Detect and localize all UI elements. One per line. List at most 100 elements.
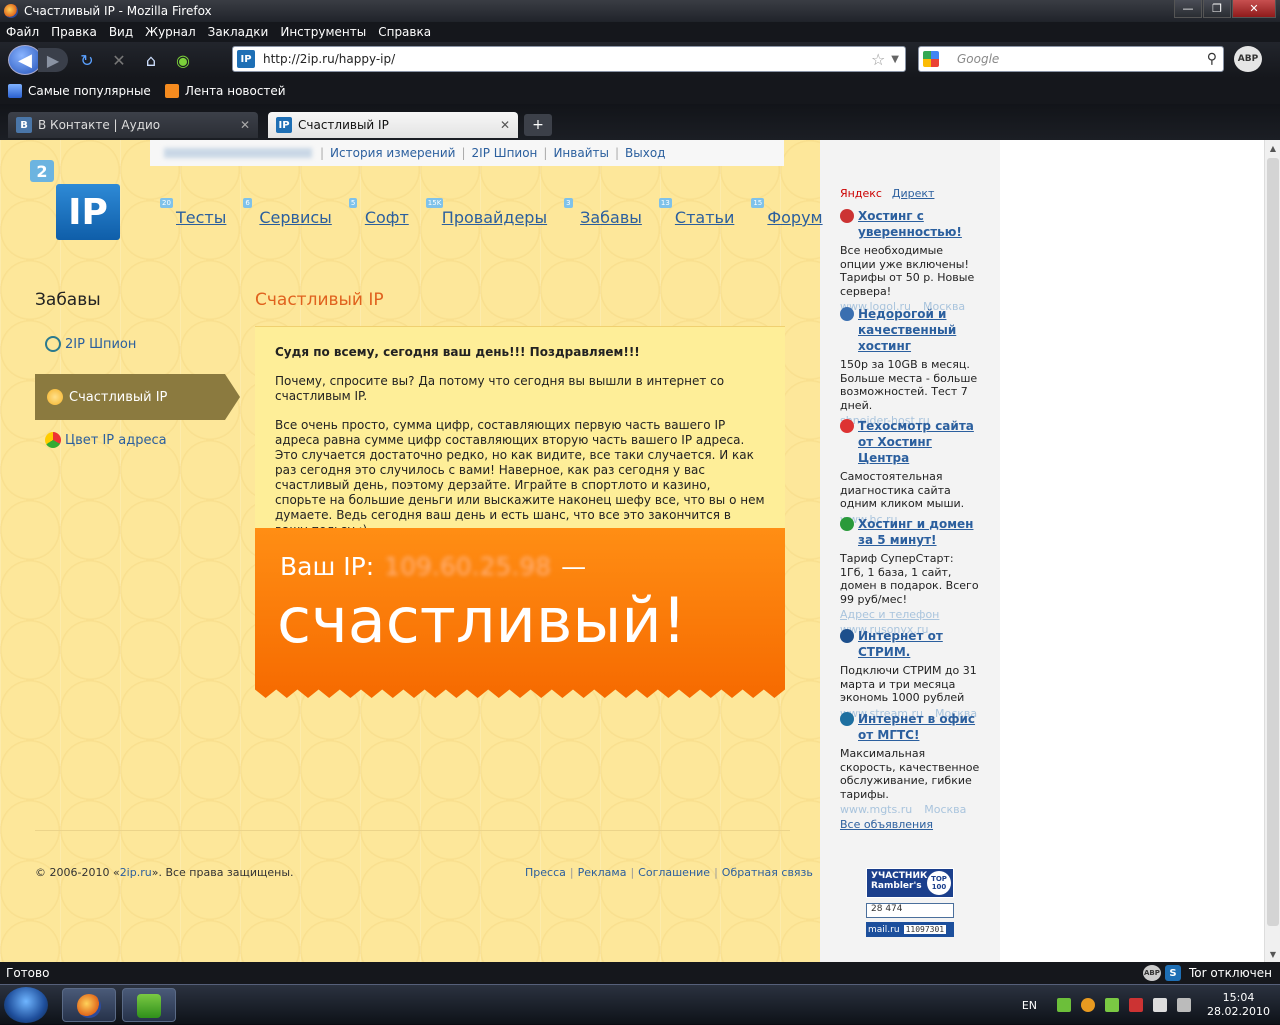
app-icon	[137, 994, 161, 1018]
ad-title[interactable]: Интернет в офис от МГТС!	[858, 711, 980, 743]
nav-link[interactable]: Софт	[365, 208, 409, 227]
tab-vkontakte[interactable]: B В Контакте | Аудио ✕	[8, 112, 258, 138]
close-tab-icon[interactable]: ✕	[500, 118, 510, 132]
menu-edit[interactable]: Правка	[51, 25, 97, 39]
link-invites[interactable]: Инвайты	[553, 146, 609, 160]
nav-providers: 15K Провайдеры	[425, 198, 547, 227]
firefox-icon	[4, 4, 18, 18]
network-icon[interactable]	[1153, 998, 1168, 1012]
ad-contact-link[interactable]: Адрес и телефон	[840, 608, 980, 621]
link-logout[interactable]: Выход	[625, 146, 665, 160]
bookmark-news-feed[interactable]: Лента новостей	[164, 84, 286, 98]
vertical-scrollbar[interactable]: ▲ ▼	[1264, 140, 1280, 962]
taskbar-firefox[interactable]	[62, 988, 116, 1022]
menu-history[interactable]: Журнал	[145, 25, 196, 39]
clock-date: 28.02.2010	[1207, 1005, 1270, 1018]
leftnav-label: Счастливый IP	[69, 389, 168, 405]
ad-title[interactable]: Недорогой и качественный хостинг	[858, 306, 980, 354]
bookmark-popular[interactable]: Самые популярные	[8, 84, 151, 98]
clock[interactable]: 15:04 28.02.2010	[1207, 991, 1270, 1019]
separator: |	[614, 146, 620, 160]
leftnav-happy-ip[interactable]: Счастливый IP	[35, 374, 240, 420]
footer-link-ads[interactable]: Реклама	[578, 866, 627, 879]
leftnav-label[interactable]: Цвет IP адреса	[65, 433, 167, 448]
taskbar-app[interactable]	[122, 988, 176, 1022]
tray-icon[interactable]	[1057, 998, 1072, 1012]
copyright-link[interactable]: 2ip.ru	[120, 866, 152, 879]
adblock-button[interactable]: ABP	[1234, 46, 1262, 72]
ad-item: Интернет в офис от МГТС! Максимальная ск…	[840, 711, 980, 816]
nav-link[interactable]: Форум	[767, 208, 822, 227]
scroll-up-icon[interactable]: ▲	[1265, 140, 1280, 156]
mailru-counter[interactable]: mail.ru 11097301	[866, 922, 954, 937]
leftnav-spy[interactable]: 2IP Шпион	[45, 336, 136, 352]
bookmark-label: Лента новостей	[184, 84, 286, 98]
s-status-icon[interactable]: S	[1164, 965, 1181, 981]
nav-articles: 13 Статьи	[658, 198, 734, 227]
link-history[interactable]: История измерений	[330, 146, 455, 160]
stop-button[interactable]: ✕	[106, 47, 132, 73]
start-button[interactable]	[4, 987, 48, 1023]
nav-link[interactable]: Тесты	[176, 208, 226, 227]
tray-icon[interactable]	[1105, 998, 1120, 1012]
nav-link[interactable]: Статьи	[675, 208, 734, 227]
nav-link[interactable]: Провайдеры	[442, 208, 547, 227]
footer-link-press[interactable]: Пресса	[525, 866, 566, 879]
google-icon[interactable]	[923, 51, 939, 67]
new-tab-button[interactable]: +	[524, 114, 552, 136]
tor-status[interactable]: Tor отключен	[1189, 966, 1272, 980]
nav-link[interactable]: Сервисы	[259, 208, 331, 227]
footer-link-feedback[interactable]: Обратная связь	[722, 866, 813, 879]
scroll-down-icon[interactable]: ▼	[1265, 946, 1280, 962]
nav-software: 5 Софт	[348, 198, 409, 227]
address-bar[interactable]: IP http://2ip.ru/happy-ip/ ☆ ▼	[232, 46, 906, 72]
menu-help[interactable]: Справка	[378, 25, 431, 39]
firefox-icon	[77, 994, 101, 1018]
footer-link-agreement[interactable]: Соглашение	[638, 866, 710, 879]
ad-title[interactable]: Техосмотр сайта от Хостинг Центра	[858, 418, 980, 466]
addon-button[interactable]: ◉	[170, 47, 196, 73]
menu-tools[interactable]: Инструменты	[280, 25, 366, 39]
forward-button[interactable]: ▶	[38, 48, 68, 72]
nav-link[interactable]: Забавы	[580, 208, 642, 227]
all-ads-link[interactable]: Все объявления	[840, 818, 933, 831]
reload-button[interactable]: ↻	[74, 47, 100, 73]
url-dropdown-icon[interactable]: ▼	[891, 54, 899, 65]
tab-label: В Контакте | Аудио	[38, 118, 161, 132]
menu-view[interactable]: Вид	[109, 25, 133, 39]
adblock-status-icon[interactable]: ABP	[1142, 965, 1161, 981]
leftnav-label[interactable]: 2IP Шпион	[65, 337, 136, 352]
search-bar[interactable]: Google ⚲	[918, 46, 1224, 72]
close-tab-icon[interactable]: ✕	[240, 118, 250, 132]
link-spy[interactable]: 2IP Шпион	[472, 146, 538, 160]
back-button[interactable]: ◀	[8, 45, 42, 75]
search-input[interactable]: Google	[957, 52, 1207, 66]
yandex-label[interactable]: Яндекс	[840, 187, 882, 200]
volume-icon[interactable]	[1177, 998, 1192, 1012]
ad-title[interactable]: Хостинг с уверенностью!	[858, 208, 980, 240]
ad-url[interactable]: www.mgts.ru Москва	[840, 803, 980, 816]
menu-file[interactable]: Файл	[6, 25, 39, 39]
site-logo[interactable]: 2 IP	[30, 160, 122, 240]
ad-icon	[840, 209, 854, 223]
close-window-button[interactable]: ✕	[1232, 0, 1276, 18]
liveinternet-counter[interactable]: 28 474	[866, 903, 954, 918]
rambler-top100-counter[interactable]: УЧАСТНИК Rambler's TOP 100	[866, 868, 954, 898]
url-text[interactable]: http://2ip.ru/happy-ip/	[263, 52, 871, 66]
maximize-button[interactable]: ❐	[1203, 0, 1231, 18]
tray-icon[interactable]	[1081, 998, 1096, 1012]
leftnav-ip-color[interactable]: Цвет IP адреса	[45, 432, 167, 448]
ad-title[interactable]: Интернет от СТРИМ.	[858, 628, 980, 660]
scrollbar-thumb[interactable]	[1267, 158, 1279, 926]
bookmark-folder-icon	[8, 84, 22, 98]
tray-icon[interactable]	[1129, 998, 1144, 1012]
home-button[interactable]: ⌂	[138, 47, 164, 73]
direct-label[interactable]: Директ	[892, 187, 935, 200]
minimize-button[interactable]: —	[1174, 0, 1202, 18]
bookmark-star-icon[interactable]: ☆	[871, 50, 885, 69]
language-indicator[interactable]: EN	[1022, 999, 1037, 1012]
search-icon[interactable]: ⚲	[1207, 51, 1217, 67]
tab-happy-ip[interactable]: IP Счастливый IP ✕	[268, 112, 518, 138]
ad-title[interactable]: Хостинг и домен за 5 минут!	[858, 516, 980, 548]
menu-bookmarks[interactable]: Закладки	[208, 25, 269, 39]
